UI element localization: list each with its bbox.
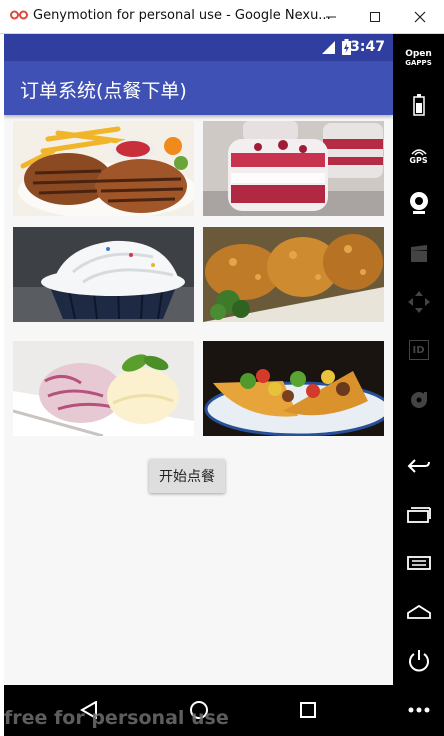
food-image-tacos[interactable] xyxy=(203,341,384,436)
minimize-icon xyxy=(325,16,336,17)
home-button[interactable] xyxy=(393,600,444,622)
id-label: ID xyxy=(412,344,425,356)
recent-apps-button[interactable] xyxy=(393,504,444,526)
more-dots-icon xyxy=(408,707,429,713)
status-bar: 3:47 xyxy=(4,34,393,61)
close-icon xyxy=(414,11,425,22)
battery-button[interactable] xyxy=(393,92,444,118)
food-image-cupcake[interactable] xyxy=(13,227,194,322)
power-button[interactable] xyxy=(393,648,444,674)
genymotion-logo-icon xyxy=(10,10,28,20)
open-gapps-button[interactable]: Open GAPPS xyxy=(393,48,444,70)
clapperboard-icon xyxy=(410,245,427,262)
home-icon xyxy=(406,604,431,619)
open-gapps-label: Open xyxy=(405,49,432,59)
menu-icon xyxy=(406,556,431,570)
maximize-button[interactable] xyxy=(352,0,397,33)
recent-apps-icon xyxy=(406,507,431,523)
window-titlebar: Genymotion for personal use - Google Nex… xyxy=(0,0,444,34)
phone-screen: 3:47 订单系统(点餐下单) 开始点餐 xyxy=(4,34,393,685)
gps-icon xyxy=(410,148,427,155)
gps-button[interactable]: GPS xyxy=(393,142,444,168)
capture-button xyxy=(393,242,444,266)
license-watermark: free for personal use xyxy=(4,707,229,729)
status-time: 3:47 xyxy=(350,39,385,55)
disk-button xyxy=(393,388,444,412)
maximize-icon xyxy=(369,11,380,22)
food-image-steak-fries[interactable] xyxy=(13,121,194,216)
food-image-ice-cream[interactable] xyxy=(13,341,194,436)
dpad-button xyxy=(393,290,444,314)
emulator-toolbar: Open GAPPS GPS ID xyxy=(393,34,444,736)
gps-label: GPS xyxy=(409,155,428,165)
close-button[interactable] xyxy=(397,0,442,33)
window-title: Genymotion for personal use - Google Nex… xyxy=(33,8,331,23)
move-icon xyxy=(407,291,430,313)
back-arrow-icon xyxy=(407,459,430,473)
id-icon: ID xyxy=(408,340,429,360)
nav-recents-button[interactable] xyxy=(293,695,323,725)
power-icon xyxy=(408,650,429,672)
food-image-fried-fish[interactable] xyxy=(203,227,384,322)
back-button[interactable] xyxy=(393,454,444,478)
app-title: 订单系统(点餐下单) xyxy=(20,80,187,102)
webcam-icon xyxy=(409,192,428,214)
device-id-button: ID xyxy=(393,337,444,363)
menu-button[interactable] xyxy=(393,552,444,574)
gapps-label: GAPPS xyxy=(405,59,432,67)
app-bar: 订单系统(点餐下单) xyxy=(4,61,393,115)
signal-icon xyxy=(322,41,335,54)
battery-icon xyxy=(412,94,425,116)
camera-button[interactable] xyxy=(393,189,444,217)
start-order-button[interactable]: 开始点餐 xyxy=(149,459,225,493)
nav-recents-icon xyxy=(300,702,316,718)
food-image-berry-parfait[interactable] xyxy=(203,121,384,216)
disk-icon xyxy=(410,392,427,408)
minimize-button[interactable] xyxy=(308,0,353,33)
more-options-button[interactable] xyxy=(393,700,444,720)
